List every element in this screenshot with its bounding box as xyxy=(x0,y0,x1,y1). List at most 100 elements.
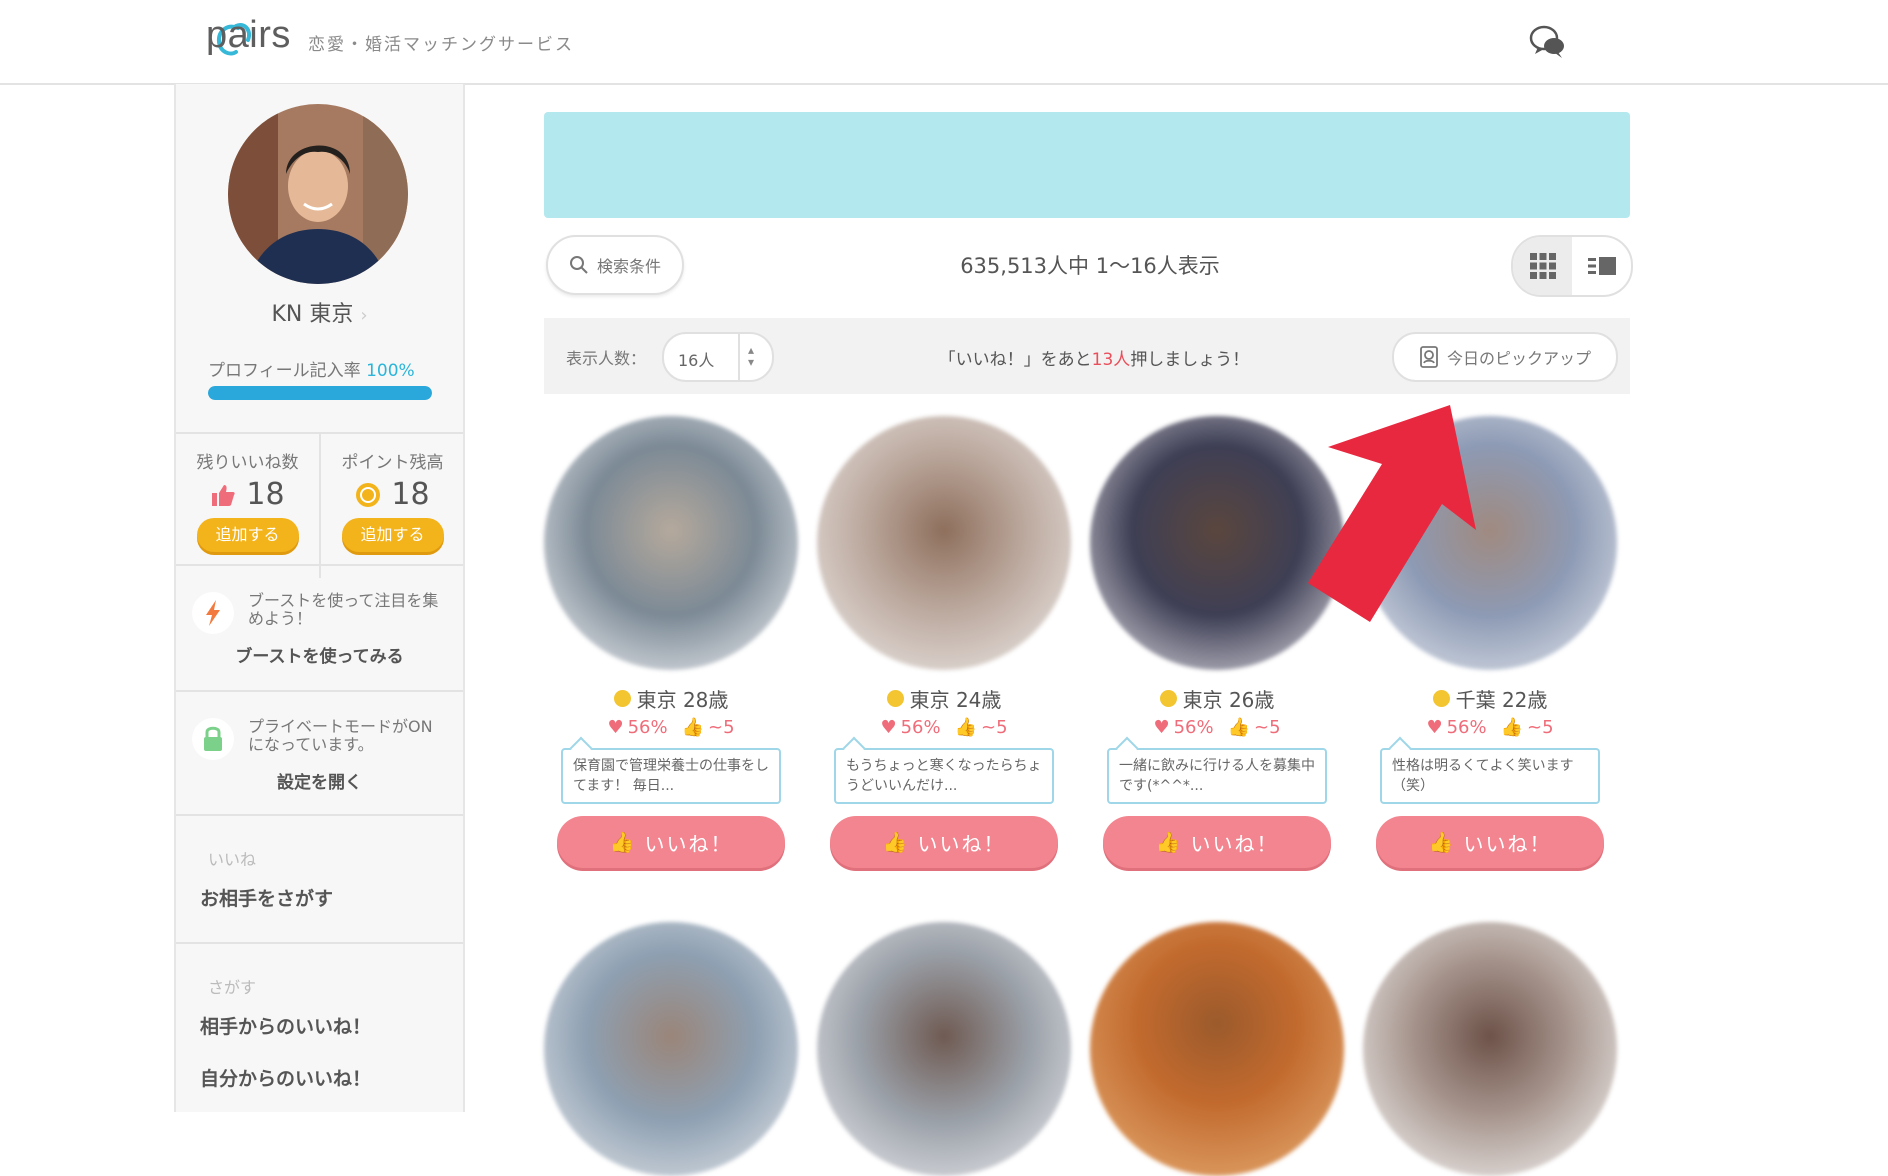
match-rate: ♥ 56% xyxy=(1426,717,1486,738)
like-count: 👍 ~5 xyxy=(1228,717,1281,738)
profile-photo[interactable] xyxy=(817,416,1071,670)
thumbs-up-icon: 👍 xyxy=(1500,717,1524,738)
like-count-value: ~5 xyxy=(708,717,735,738)
profile-name-text: KN 東京 xyxy=(271,302,354,327)
list-icon xyxy=(1587,257,1616,275)
chat-bubbles-icon[interactable] xyxy=(1528,22,1568,62)
location-age-text: 東京 28歳 xyxy=(636,688,729,712)
like-count-value: ~5 xyxy=(981,717,1008,738)
pickup-icon xyxy=(1420,346,1438,368)
todays-pickup-button[interactable]: 今日のピックアップ xyxy=(1392,332,1618,382)
profile-rate: プロフィール記入率 100% xyxy=(208,356,415,381)
likes-remaining-label: 残りいいね数 xyxy=(196,453,299,473)
match-rate: ♥ 56% xyxy=(880,717,940,738)
profile-rate-value: 100% xyxy=(366,361,415,381)
display-count-label: 表示人数： xyxy=(566,349,647,368)
boost-text: ブーストを使って注目を集めよう！ xyxy=(248,591,439,628)
profile-stats: ♥ 56% 👍 ~5 xyxy=(544,717,798,738)
coin-icon xyxy=(356,482,381,507)
like-count: 👍 ~5 xyxy=(682,717,735,738)
location-age-text: 東京 24歳 xyxy=(909,688,1002,712)
profile-photo[interactable] xyxy=(544,416,798,670)
profile-photo[interactable] xyxy=(817,922,1071,1176)
like-reminder-text-end: 押しましょう！ xyxy=(1130,350,1250,370)
private-mode-text: プライベートモードがONになっています。 xyxy=(248,717,433,754)
online-status-dot xyxy=(1159,690,1177,707)
match-rate-value: 56% xyxy=(627,717,668,738)
open-settings-link[interactable]: 設定を開く xyxy=(176,768,463,793)
list-view-button[interactable] xyxy=(1572,237,1631,295)
like-button-label: いいね！ xyxy=(1190,831,1279,856)
avatar[interactable] xyxy=(228,104,408,284)
logo-text[interactable]: pairs xyxy=(206,14,291,57)
select-arrows-icon: ▴ ▾ xyxy=(748,343,755,369)
divider xyxy=(176,942,463,944)
profile-name[interactable]: KN 東京 › xyxy=(176,296,463,328)
boost-link[interactable]: ブーストを使ってみる xyxy=(176,642,463,667)
profile-photo[interactable] xyxy=(1090,922,1344,1176)
like-reminder-text: 「いいね！」をあと xyxy=(938,350,1092,370)
chevron-right-icon: › xyxy=(360,305,368,326)
add-points-button[interactable]: 追加する xyxy=(341,518,444,552)
profile-photo[interactable] xyxy=(1363,922,1617,1176)
profile-card[interactable]: 東京 28歳 ♥ 56% 👍 ~5 保育園で管理栄養士の仕事をしてます！ 毎日...… xyxy=(544,416,798,868)
like-button[interactable]: 👍 いいね！ xyxy=(557,816,785,868)
like-button-label: いいね！ xyxy=(1463,831,1552,856)
online-status-dot xyxy=(613,690,631,707)
profile-card[interactable]: 東京 24歳 ♥ 56% 👍 ~5 もうちょっと寒くなったらちょうどいいんだけ...… xyxy=(817,416,1071,868)
thumbs-up-icon: 👍 xyxy=(609,830,637,854)
todays-pickup-label: 今日のピックアップ xyxy=(1446,349,1591,368)
likes-remaining: 残りいいね数 18 追加する xyxy=(176,434,319,562)
profile-message: 性格は明るくてよく笑います（笑） xyxy=(1380,748,1600,804)
profile-rate-label: プロフィール記入率 xyxy=(208,361,361,381)
like-reminder: 「いいね！」をあと13人押しましょう！ xyxy=(894,345,1294,370)
heart-icon: ♥ xyxy=(607,717,624,738)
like-button[interactable]: 👍 いいね！ xyxy=(1376,816,1604,868)
profile-photo[interactable] xyxy=(544,922,798,1176)
thumbs-up-icon xyxy=(212,484,236,506)
location-age-text: 千葉 22歳 xyxy=(1455,688,1548,712)
grid-view-button[interactable] xyxy=(1513,237,1572,295)
profile-message: もうちょっと寒くなったらちょうどいいんだけ... xyxy=(834,748,1054,804)
location-age-text: 東京 26歳 xyxy=(1182,688,1275,712)
section-title-likes: いいね xyxy=(208,850,257,869)
profile-stats: ♥ 56% 👍 ~5 xyxy=(817,717,1071,738)
match-rate: ♥ 56% xyxy=(607,717,667,738)
likes-remaining-count: 18 xyxy=(246,477,285,512)
search-icon xyxy=(569,256,588,274)
display-count-select[interactable]: 16人 ▴ ▾ xyxy=(662,332,774,382)
match-rate-value: 56% xyxy=(900,717,941,738)
like-count: 👍 ~5 xyxy=(1501,717,1554,738)
nav-likes-received[interactable]: 相手からのいいね！ xyxy=(200,1012,371,1039)
match-rate-value: 56% xyxy=(1173,717,1214,738)
lightning-icon xyxy=(192,592,234,634)
points-balance-count: 18 xyxy=(391,477,430,512)
search-conditions-button[interactable]: 検索条件 xyxy=(546,235,684,295)
view-toggle xyxy=(1511,235,1633,297)
thumbs-up-icon: 👍 xyxy=(1428,830,1456,854)
divider xyxy=(176,690,463,692)
profile-location-age: 千葉 22歳 xyxy=(1363,684,1617,713)
section-title-search: さがす xyxy=(208,978,257,997)
search-conditions-label: 検索条件 xyxy=(596,257,661,276)
thumbs-up-icon: 👍 xyxy=(681,717,705,738)
sidebar: KN 東京 › プロフィール記入率 100% 残りいいね数 18 追加する ポイ… xyxy=(174,84,465,1112)
like-button[interactable]: 👍 いいね！ xyxy=(1103,816,1331,868)
nav-likes-sent[interactable]: 自分からのいいね！ xyxy=(200,1064,371,1091)
like-button[interactable]: 👍 いいね！ xyxy=(830,816,1058,868)
like-count-value: ~5 xyxy=(1527,717,1554,738)
result-count: 635,513人中 1〜16人表示 xyxy=(960,254,1220,278)
match-rate: ♥ 56% xyxy=(1153,717,1213,738)
profile-location-age: 東京 26歳 xyxy=(1090,684,1344,713)
heart-icon: ♥ xyxy=(880,717,897,738)
add-likes-button[interactable]: 追加する xyxy=(196,518,299,552)
banner[interactable] xyxy=(544,112,1630,218)
thumbs-up-icon: 👍 xyxy=(1155,830,1183,854)
grid-icon xyxy=(1529,253,1556,279)
online-status-dot xyxy=(1432,690,1450,707)
points-balance-label: ポイント残高 xyxy=(341,453,444,473)
heart-icon: ♥ xyxy=(1426,717,1443,738)
nav-find-partner[interactable]: お相手をさがす xyxy=(200,884,333,911)
like-reminder-count: 13人 xyxy=(1091,350,1131,370)
header-bar: pairs 恋愛・婚活マッチングサービス xyxy=(0,0,1888,85)
